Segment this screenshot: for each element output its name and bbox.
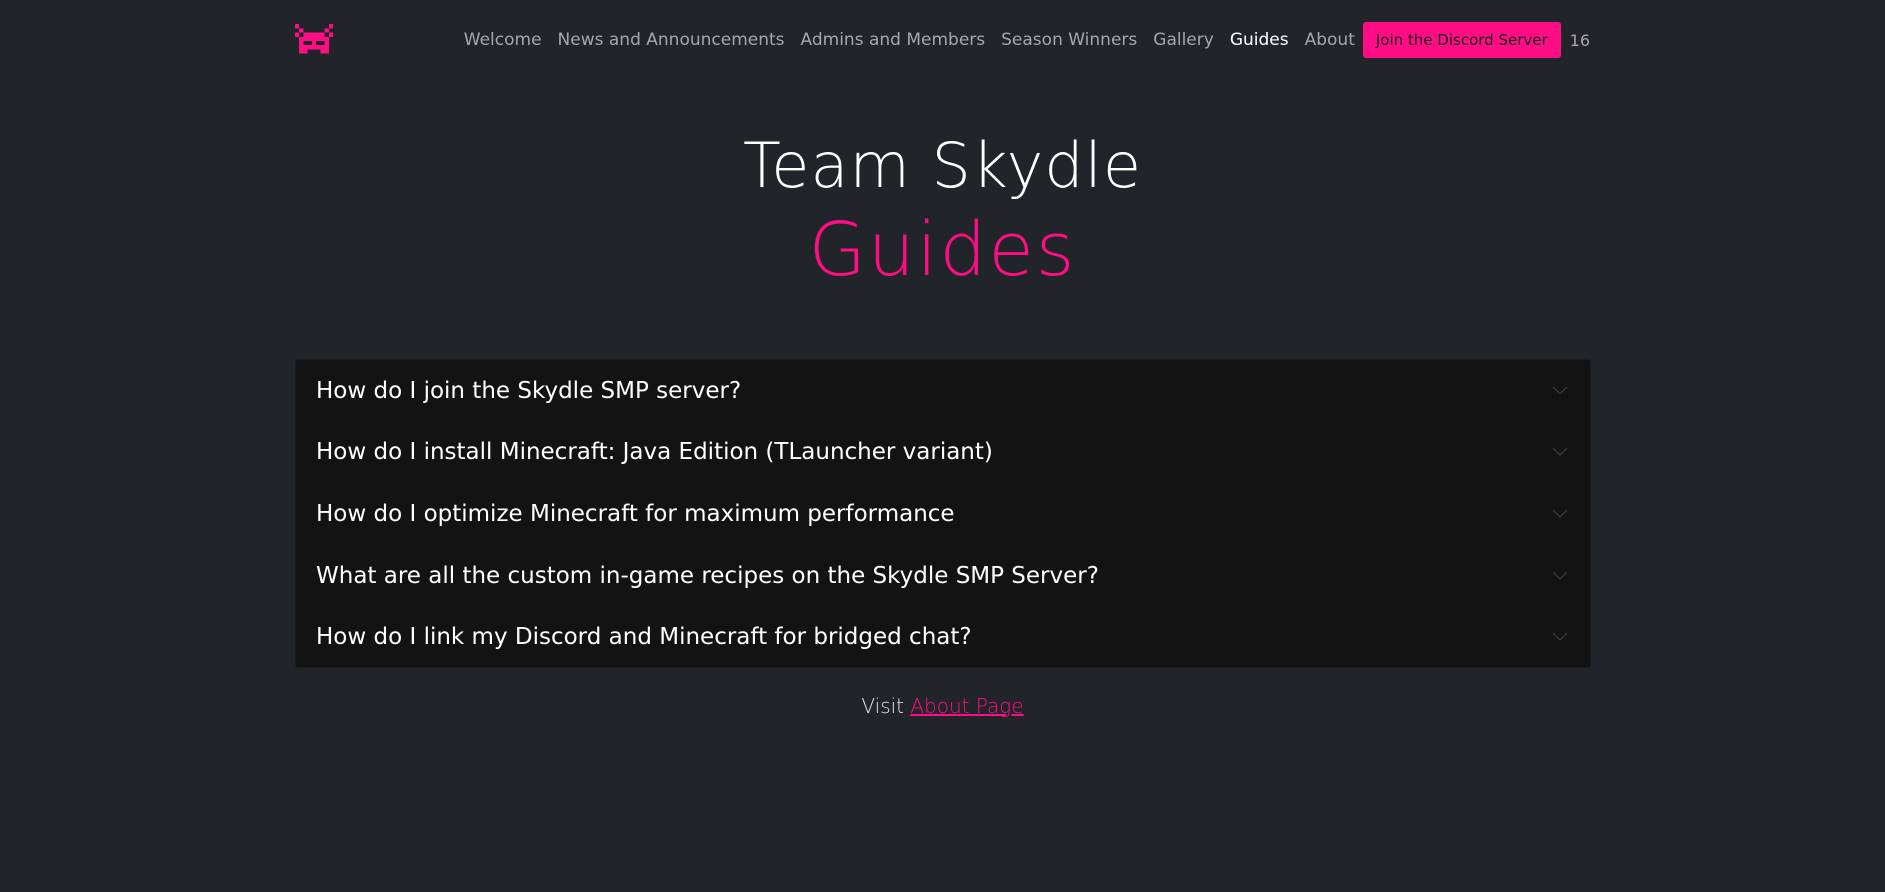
chevron-down-icon	[1552, 509, 1568, 518]
accordion-question: How do I install Minecraft: Java Edition…	[316, 439, 993, 466]
nav-link-admins[interactable]: Admins and Members	[801, 30, 986, 50]
accordion-question: How do I join the Skydle SMP server?	[316, 377, 742, 404]
accordion-question: How do I optimize Minecraft for maximum …	[316, 500, 955, 527]
footer-visit: Visit About Page	[0, 694, 1885, 718]
accordion-item[interactable]: How do I join the Skydle SMP server?	[296, 360, 1590, 422]
visit-text: Visit	[861, 694, 905, 718]
navbar: Welcome News and Announcements Admins an…	[295, 20, 1590, 60]
nav-link-guides[interactable]: Guides	[1230, 30, 1289, 50]
hero: Team Skydle Guides	[0, 126, 1885, 294]
about-page-link[interactable]: About Page	[910, 694, 1023, 718]
chevron-down-icon	[1552, 447, 1568, 457]
accordion-question: What are all the custom in-game recipes …	[316, 562, 1099, 589]
accordion-item[interactable]: What are all the custom in-game recipes …	[296, 545, 1590, 607]
accordion-item[interactable]: How do I link my Discord and Minecraft f…	[296, 606, 1590, 668]
chevron-down-icon	[1552, 386, 1568, 395]
nav-link-about[interactable]: About	[1305, 30, 1355, 50]
chevron-down-icon	[1552, 571, 1568, 580]
page-subtitle: Guides	[808, 207, 1077, 293]
accordion-item[interactable]: How do I optimize Minecraft for maximum …	[296, 483, 1590, 545]
join-discord-button[interactable]: Join the Discord Server	[1362, 22, 1561, 58]
nav-link-news[interactable]: News and Announcements	[558, 30, 785, 50]
nav-links: Welcome News and Announcements Admins an…	[464, 20, 1590, 60]
accordion-item[interactable]: How do I install Minecraft: Java Edition…	[296, 422, 1590, 484]
nav-link-season-winners[interactable]: Season Winners	[1001, 30, 1137, 50]
guides-accordion: How do I join the Skydle SMP server? How…	[295, 359, 1591, 668]
member-counter: 16	[1569, 30, 1590, 50]
skydle-logo-icon[interactable]	[295, 24, 333, 58]
accordion-question: How do I link my Discord and Minecraft f…	[316, 624, 972, 651]
nav-link-welcome[interactable]: Welcome	[464, 30, 542, 50]
nav-link-gallery[interactable]: Gallery	[1153, 30, 1214, 50]
chevron-down-icon	[1552, 632, 1568, 642]
page-title: Team Skydle	[742, 129, 1143, 202]
